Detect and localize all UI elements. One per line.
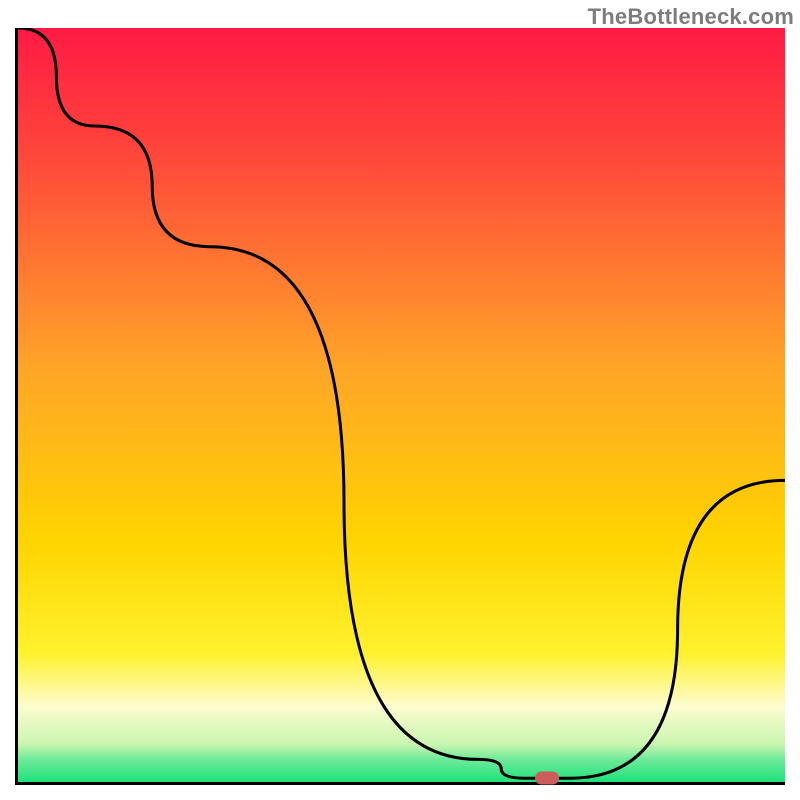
plot-svg	[18, 28, 785, 782]
gradient-background	[18, 28, 785, 782]
chart-frame: TheBottleneck.com	[0, 0, 800, 800]
plot-area	[15, 28, 785, 785]
watermark-text: TheBottleneck.com	[588, 4, 794, 30]
bottleneck-marker	[535, 772, 559, 785]
